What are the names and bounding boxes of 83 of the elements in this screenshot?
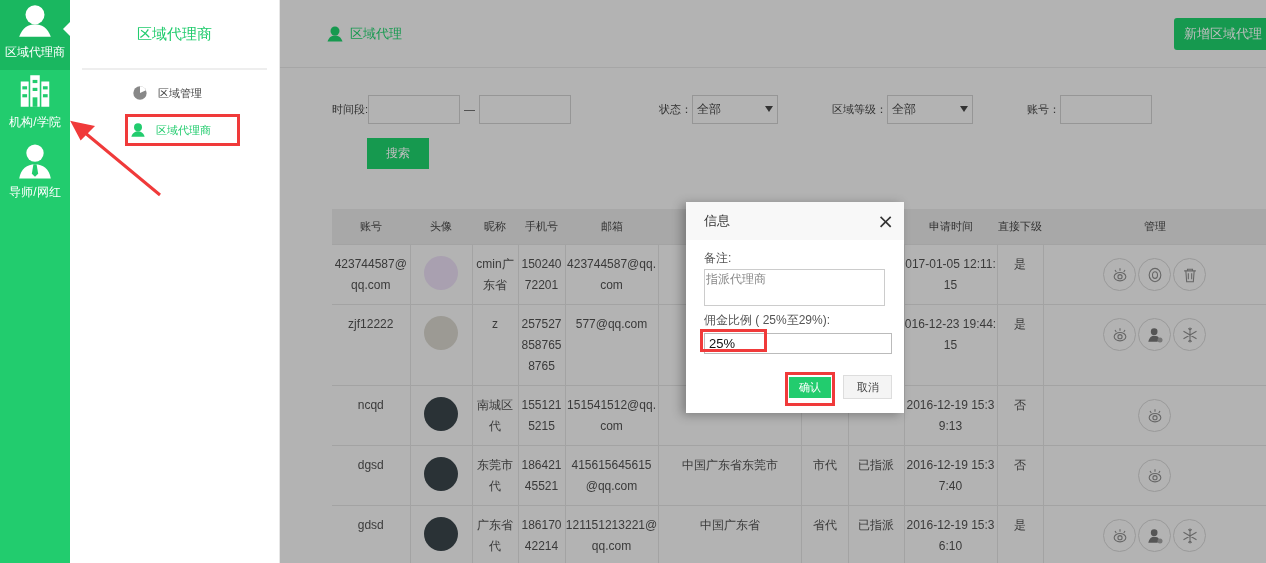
table-cell-text: ncqd	[357, 398, 384, 412]
avatar-photo	[424, 457, 458, 491]
input-field[interactable]	[479, 94, 572, 124]
table-cell-text: 415615645615@qq.com	[571, 458, 652, 493]
table-cell-text: 121151213221@qq.com	[565, 518, 658, 553]
column-header: 直接下级	[998, 220, 1042, 232]
table-cell-text: 016-12-23 19:44:15	[904, 317, 997, 352]
close-button[interactable]: ×	[877, 209, 894, 233]
table-cell-text: 2016-12-19 15:39:13	[906, 398, 995, 433]
person-icon	[326, 24, 344, 43]
column-header: 管理	[1143, 220, 1166, 232]
add-button[interactable]: 新增区域代理	[1174, 18, 1266, 50]
ratio-field[interactable]: 25%	[704, 333, 892, 354]
input-field[interactable]	[1060, 94, 1153, 124]
filter-label: 时间段:	[332, 101, 369, 117]
nav-item[interactable]: 机构/学院	[0, 70, 70, 140]
column-header: 手机号	[525, 220, 558, 232]
sidebar-title: 区域代理商	[82, 0, 267, 70]
table-cell-text: 15024072201	[521, 257, 562, 292]
note-field[interactable]: 指派代理商	[704, 269, 885, 306]
sidebar-item[interactable]: 区域代理商	[128, 117, 211, 143]
table-cell-text: 中国广东省东莞市	[681, 458, 778, 472]
column-header: 邮箱	[600, 220, 623, 232]
table-cell-text: 2575278587658765	[521, 317, 562, 373]
person-icon	[16, 2, 54, 40]
table-cell-text: 已指派	[858, 458, 894, 472]
table-cell-text: 否	[1014, 398, 1026, 412]
table-cell-text: 是	[1014, 257, 1026, 271]
select-field[interactable]: 全部	[692, 94, 779, 124]
avatar-photo	[424, 517, 458, 551]
table-cell-text: 中国广东省	[699, 518, 760, 532]
input-field[interactable]	[368, 94, 461, 124]
confirm-button[interactable]: 确认	[789, 377, 831, 401]
page-title: 区域代理	[350, 24, 402, 43]
table-cell-text: zjf12222	[348, 317, 394, 331]
table-cell-text: 是	[1014, 317, 1026, 331]
highlight-frame	[700, 329, 767, 352]
filter-label: 账号：	[1027, 101, 1061, 117]
table-cell-text: 南城区代	[477, 398, 513, 433]
table-cell-text: 是	[1014, 518, 1026, 532]
column-header: 头像	[430, 220, 452, 232]
caret-icon	[960, 106, 969, 112]
cancel-button[interactable]: 取消	[843, 375, 892, 399]
table-cell-text: cmin广东省	[476, 257, 514, 292]
select-field[interactable]: 全部	[887, 94, 974, 124]
field-label: 佣金比例 ( 25%至29%):	[704, 312, 832, 329]
nav-item[interactable]: 区域代理商	[0, 0, 70, 70]
table-cell-text: 省代	[812, 518, 837, 532]
filter-label: 区域等级：	[832, 101, 888, 117]
column-header: 账号	[360, 220, 382, 232]
dialog-title: 信息	[704, 212, 730, 230]
pie-chart-icon	[132, 85, 148, 101]
avatar-picture	[424, 316, 458, 350]
range-separator: —	[464, 103, 476, 115]
table-cell-text: 1551215215	[521, 398, 562, 433]
table-cell-text: 广东省代	[477, 518, 513, 553]
person-with-tie-icon	[16, 142, 54, 180]
table-cell-text: 577@qq.com	[575, 317, 648, 331]
search-button[interactable]: 搜索	[367, 138, 429, 169]
table-cell-text: 市代	[812, 458, 837, 472]
field-label: 备注:	[704, 250, 733, 267]
table-cell-text: 已指派	[858, 518, 894, 532]
table-cell-text: z	[492, 317, 498, 331]
table-cell-text: 东莞市代	[477, 458, 513, 493]
table-cell-text: 2016-12-19 15:37:40	[906, 458, 995, 493]
table-cell-text: 017-01-05 12:11:15	[905, 257, 996, 292]
sidebar-item[interactable]: 区域管理	[70, 80, 279, 106]
caret-icon	[765, 106, 774, 112]
avatar-photo	[424, 397, 458, 431]
table-cell-text: 151541512@qq.com	[567, 398, 656, 433]
table-cell-text: 18617042214	[521, 518, 562, 553]
person-icon	[130, 122, 146, 138]
table-cell-text: dgsd	[357, 458, 384, 472]
table-cell-text: 423744587@qq.com	[567, 257, 656, 292]
column-header: 昵称	[484, 220, 506, 232]
table-cell-text: 18642145521	[521, 458, 562, 493]
table-cell-text: gdsd	[357, 518, 384, 532]
column-header: 申请时间	[928, 220, 973, 232]
table-cell-text: 否	[1014, 458, 1026, 472]
filter-label: 状态：	[659, 101, 693, 117]
table-cell-text: 423744587@qq.com	[334, 257, 407, 292]
table-cell-text: 2016-12-19 15:36:10	[906, 518, 995, 553]
nav-item[interactable]: 导师/网红	[0, 140, 70, 210]
